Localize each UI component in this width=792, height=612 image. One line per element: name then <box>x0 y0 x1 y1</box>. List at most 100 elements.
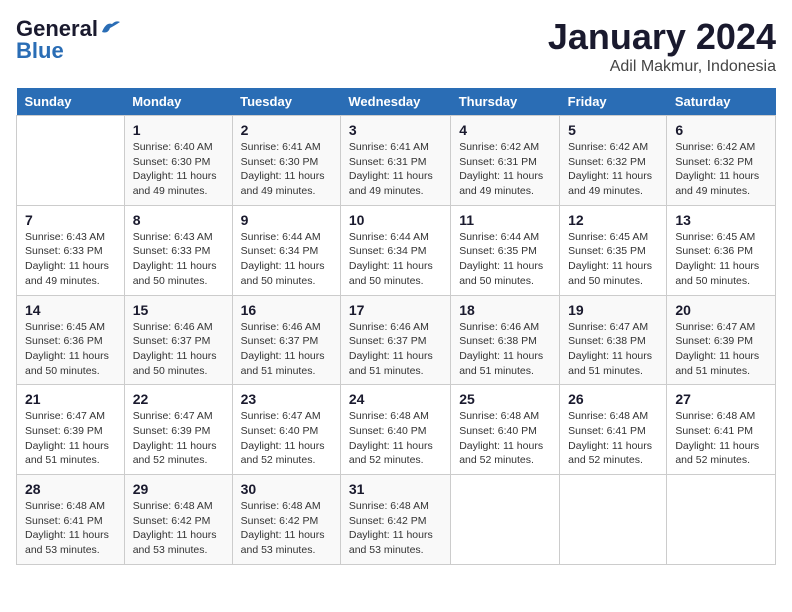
day-info: Sunrise: 6:47 AM Sunset: 6:39 PM Dayligh… <box>25 409 116 468</box>
day-number: 18 <box>459 302 551 318</box>
day-info: Sunrise: 6:42 AM Sunset: 6:32 PM Dayligh… <box>675 140 767 199</box>
day-cell: 31 Sunrise: 6:48 AM Sunset: 6:42 PM Dayli… <box>340 475 450 565</box>
day-number: 23 <box>241 391 332 407</box>
day-cell: 30 Sunrise: 6:48 AM Sunset: 6:42 PM Dayli… <box>232 475 340 565</box>
day-cell: 14Sunrise: 6:45 AM Sunset: 6:36 PM Dayli… <box>17 295 125 385</box>
week-row-2: 7 Sunrise: 6:43 AM Sunset: 6:33 PM Daylig… <box>17 205 776 295</box>
day-number: 31 <box>349 481 442 497</box>
day-number: 22 <box>133 391 224 407</box>
day-number: 13 <box>675 212 767 228</box>
day-info: Sunrise: 6:48 AM Sunset: 6:41 PM Dayligh… <box>568 409 658 468</box>
day-number: 11 <box>459 212 551 228</box>
header-day-sunday: Sunday <box>17 88 125 116</box>
day-cell: 22Sunrise: 6:47 AM Sunset: 6:39 PM Dayli… <box>124 385 232 475</box>
day-cell: 20 Sunrise: 6:47 AM Sunset: 6:39 PM Dayli… <box>667 295 776 385</box>
header: General Blue January 2024 Adil Makmur, I… <box>16 16 776 76</box>
header-day-tuesday: Tuesday <box>232 88 340 116</box>
header-row: SundayMondayTuesdayWednesdayThursdayFrid… <box>17 88 776 116</box>
day-cell: 21 Sunrise: 6:47 AM Sunset: 6:39 PM Dayli… <box>17 385 125 475</box>
header-day-monday: Monday <box>124 88 232 116</box>
day-info: Sunrise: 6:42 AM Sunset: 6:32 PM Dayligh… <box>568 140 658 199</box>
day-cell: 24 Sunrise: 6:48 AM Sunset: 6:40 PM Dayli… <box>340 385 450 475</box>
day-cell: 25 Sunrise: 6:48 AM Sunset: 6:40 PM Dayli… <box>451 385 560 475</box>
day-cell: 18 Sunrise: 6:46 AM Sunset: 6:38 PM Dayli… <box>451 295 560 385</box>
day-info: Sunrise: 6:48 AM Sunset: 6:40 PM Dayligh… <box>459 409 551 468</box>
day-cell: 28 Sunrise: 6:48 AM Sunset: 6:41 PM Dayli… <box>17 475 125 565</box>
day-info: Sunrise: 6:45 AM Sunset: 6:35 PM Dayligh… <box>568 230 658 289</box>
day-number: 5 <box>568 122 658 138</box>
day-info: Sunrise: 6:43 AM Sunset: 6:33 PM Dayligh… <box>133 230 224 289</box>
day-number: 21 <box>25 391 116 407</box>
day-info: Sunrise: 6:44 AM Sunset: 6:34 PM Dayligh… <box>241 230 332 289</box>
day-cell: 12 Sunrise: 6:45 AM Sunset: 6:35 PM Dayli… <box>560 205 667 295</box>
day-number: 26 <box>568 391 658 407</box>
day-info: Sunrise: 6:48 AM Sunset: 6:42 PM Dayligh… <box>349 499 442 558</box>
logo: General Blue <box>16 16 122 64</box>
day-number: 15 <box>133 302 224 318</box>
day-info: Sunrise: 6:48 AM Sunset: 6:40 PM Dayligh… <box>349 409 442 468</box>
day-cell: 29 Sunrise: 6:48 AM Sunset: 6:42 PM Dayli… <box>124 475 232 565</box>
day-info: Sunrise: 6:48 AM Sunset: 6:42 PM Dayligh… <box>241 499 332 558</box>
logo-blue: Blue <box>16 38 64 64</box>
header-day-friday: Friday <box>560 88 667 116</box>
calendar-title: January 2024 <box>548 16 776 58</box>
day-info: Sunrise: 6:46 AM Sunset: 6:37 PM Dayligh… <box>133 320 224 379</box>
day-cell: 19 Sunrise: 6:47 AM Sunset: 6:38 PM Dayli… <box>560 295 667 385</box>
week-row-5: 28 Sunrise: 6:48 AM Sunset: 6:41 PM Dayli… <box>17 475 776 565</box>
day-number: 25 <box>459 391 551 407</box>
day-info: Sunrise: 6:48 AM Sunset: 6:41 PM Dayligh… <box>675 409 767 468</box>
day-info: Sunrise: 6:46 AM Sunset: 6:37 PM Dayligh… <box>349 320 442 379</box>
day-number: 30 <box>241 481 332 497</box>
day-number: 19 <box>568 302 658 318</box>
day-cell <box>17 116 125 206</box>
day-cell: 4 Sunrise: 6:42 AM Sunset: 6:31 PM Daylig… <box>451 116 560 206</box>
day-number: 7 <box>25 212 116 228</box>
day-cell: 1Sunrise: 6:40 AM Sunset: 6:30 PM Daylig… <box>124 116 232 206</box>
day-info: Sunrise: 6:47 AM Sunset: 6:40 PM Dayligh… <box>241 409 332 468</box>
calendar-subtitle: Adil Makmur, Indonesia <box>548 58 776 76</box>
day-info: Sunrise: 6:40 AM Sunset: 6:30 PM Dayligh… <box>133 140 224 199</box>
day-info: Sunrise: 6:45 AM Sunset: 6:36 PM Dayligh… <box>25 320 116 379</box>
day-number: 12 <box>568 212 658 228</box>
day-number: 6 <box>675 122 767 138</box>
day-cell: 27Sunrise: 6:48 AM Sunset: 6:41 PM Dayli… <box>667 385 776 475</box>
day-cell <box>451 475 560 565</box>
day-cell: 11Sunrise: 6:44 AM Sunset: 6:35 PM Dayli… <box>451 205 560 295</box>
day-info: Sunrise: 6:46 AM Sunset: 6:38 PM Dayligh… <box>459 320 551 379</box>
day-number: 29 <box>133 481 224 497</box>
day-info: Sunrise: 6:47 AM Sunset: 6:39 PM Dayligh… <box>675 320 767 379</box>
day-number: 8 <box>133 212 224 228</box>
day-number: 9 <box>241 212 332 228</box>
day-info: Sunrise: 6:47 AM Sunset: 6:38 PM Dayligh… <box>568 320 658 379</box>
day-cell: 23 Sunrise: 6:47 AM Sunset: 6:40 PM Dayli… <box>232 385 340 475</box>
day-cell: 7 Sunrise: 6:43 AM Sunset: 6:33 PM Daylig… <box>17 205 125 295</box>
day-cell: 15 Sunrise: 6:46 AM Sunset: 6:37 PM Dayli… <box>124 295 232 385</box>
week-row-3: 14Sunrise: 6:45 AM Sunset: 6:36 PM Dayli… <box>17 295 776 385</box>
day-number: 10 <box>349 212 442 228</box>
day-cell: 13Sunrise: 6:45 AM Sunset: 6:36 PM Dayli… <box>667 205 776 295</box>
day-number: 4 <box>459 122 551 138</box>
header-day-saturday: Saturday <box>667 88 776 116</box>
title-area: January 2024 Adil Makmur, Indonesia <box>548 16 776 76</box>
day-number: 24 <box>349 391 442 407</box>
day-cell <box>667 475 776 565</box>
day-number: 3 <box>349 122 442 138</box>
day-cell: 26 Sunrise: 6:48 AM Sunset: 6:41 PM Dayli… <box>560 385 667 475</box>
day-number: 17 <box>349 302 442 318</box>
day-number: 16 <box>241 302 332 318</box>
day-number: 28 <box>25 481 116 497</box>
day-cell: 2 Sunrise: 6:41 AM Sunset: 6:30 PM Daylig… <box>232 116 340 206</box>
week-row-4: 21 Sunrise: 6:47 AM Sunset: 6:39 PM Dayli… <box>17 385 776 475</box>
day-info: Sunrise: 6:48 AM Sunset: 6:42 PM Dayligh… <box>133 499 224 558</box>
day-number: 20 <box>675 302 767 318</box>
day-info: Sunrise: 6:44 AM Sunset: 6:34 PM Dayligh… <box>349 230 442 289</box>
day-info: Sunrise: 6:42 AM Sunset: 6:31 PM Dayligh… <box>459 140 551 199</box>
day-info: Sunrise: 6:43 AM Sunset: 6:33 PM Dayligh… <box>25 230 116 289</box>
day-cell <box>560 475 667 565</box>
day-number: 2 <box>241 122 332 138</box>
day-info: Sunrise: 6:48 AM Sunset: 6:41 PM Dayligh… <box>25 499 116 558</box>
day-info: Sunrise: 6:41 AM Sunset: 6:30 PM Dayligh… <box>241 140 332 199</box>
day-info: Sunrise: 6:41 AM Sunset: 6:31 PM Dayligh… <box>349 140 442 199</box>
calendar-table: SundayMondayTuesdayWednesdayThursdayFrid… <box>16 88 776 565</box>
day-cell: 9 Sunrise: 6:44 AM Sunset: 6:34 PM Daylig… <box>232 205 340 295</box>
